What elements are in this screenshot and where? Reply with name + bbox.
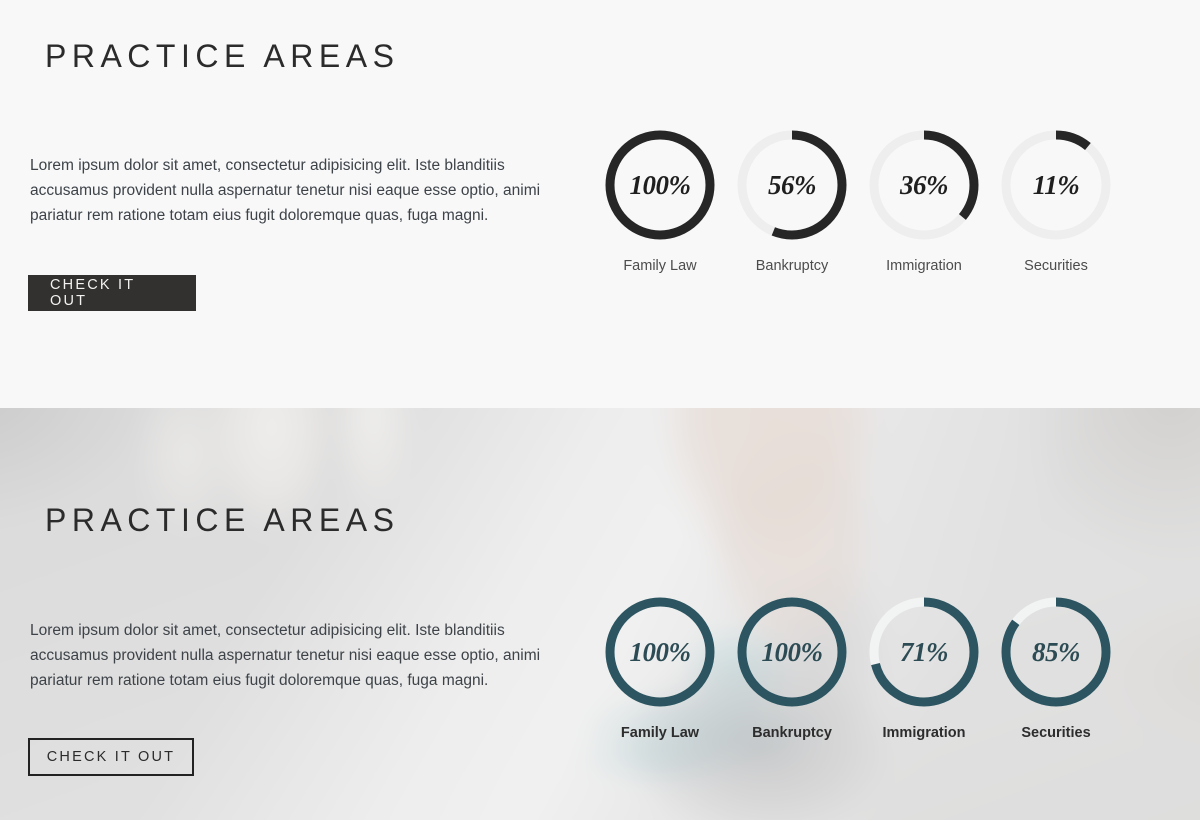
dial-label: Securities [1024, 258, 1088, 274]
dial-item: 85% Securities [1001, 597, 1111, 741]
practice-areas-light-section: PRACTICE AREAS Lorem ipsum dolor sit ame… [0, 0, 1200, 408]
progress-dial-bankruptcy: 100% [737, 597, 847, 707]
dial-percentage: 11% [1032, 169, 1080, 200]
progress-dial-bankruptcy: 56% [737, 130, 847, 240]
dial-percentage: 100% [761, 636, 824, 667]
dial-percentage: 36% [900, 169, 949, 200]
dial-item: 11% Securities [1001, 130, 1111, 274]
progress-dial-family-law: 100% [605, 130, 715, 240]
dial-item: 100% Bankruptcy [737, 597, 847, 741]
progress-dial-securities: 11% [1001, 130, 1111, 240]
dial-label: Immigration [882, 725, 966, 741]
dial-label: Securities [1021, 725, 1091, 741]
progress-dial-immigration: 36% [869, 130, 979, 240]
dial-percentage: 71% [900, 636, 949, 667]
dial-group-light: 100% Family Law 56% Bankruptcy 36% Immigratio… [605, 130, 1111, 274]
dial-percentage: 56% [768, 169, 817, 200]
dial-percentage: 100% [629, 636, 692, 667]
dial-group-photo: 100% Family Law 100% Bankruptcy 71% Immigrati… [605, 597, 1111, 741]
check-it-out-button-outline[interactable]: CHECK IT OUT [28, 738, 194, 776]
dial-percentage: 100% [629, 169, 692, 200]
practice-areas-photo-section: PRACTICE AREAS Lorem ipsum dolor sit ame… [0, 408, 1200, 820]
dial-label: Family Law [623, 258, 697, 274]
dial-item: 36% Immigration [869, 130, 979, 274]
page-title-photo: PRACTICE AREAS [45, 502, 400, 538]
progress-dial-securities: 85% [1001, 597, 1111, 707]
intro-paragraph: Lorem ipsum dolor sit amet, consectetur … [30, 157, 541, 225]
dial-item: 71% Immigration [869, 597, 979, 741]
dial-percentage: 85% [1032, 636, 1081, 667]
dial-label: Bankruptcy [752, 725, 832, 741]
dial-item: 100% Family Law [605, 597, 715, 741]
dial-label: Immigration [886, 258, 962, 274]
progress-dial-family-law: 100% [605, 597, 715, 707]
page-title: PRACTICE AREAS [45, 38, 400, 74]
check-it-out-button[interactable]: CHECK IT OUT [28, 275, 196, 311]
dial-label: Bankruptcy [755, 258, 829, 274]
dial-label: Family Law [620, 725, 700, 741]
dial-item: 100% Family Law [605, 130, 715, 274]
intro-paragraph-photo: Lorem ipsum dolor sit amet, consectetur … [30, 622, 541, 690]
dial-item: 56% Bankruptcy [737, 130, 847, 274]
progress-dial-immigration: 71% [869, 597, 979, 707]
